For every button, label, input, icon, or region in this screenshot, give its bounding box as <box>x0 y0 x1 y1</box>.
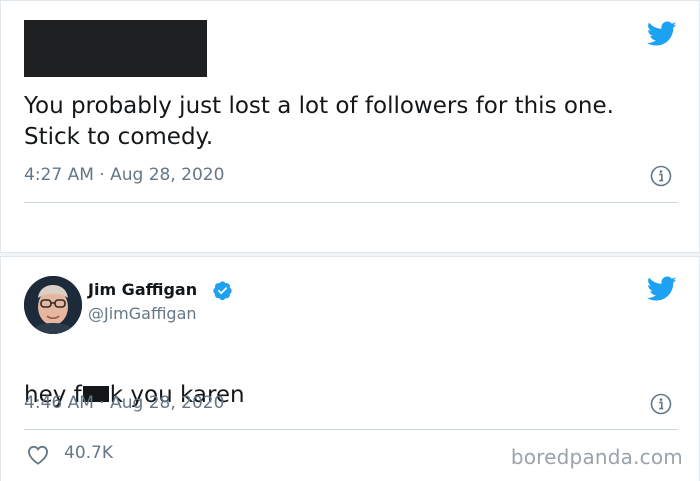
timestamp-separator: · <box>99 393 105 413</box>
tweet-time: 4:27 AM <box>24 165 94 185</box>
like-count[interactable]: 40.7K <box>64 443 113 463</box>
avatar-portrait-icon <box>24 276 82 334</box>
divider <box>24 202 678 203</box>
avatar[interactable] <box>24 276 82 334</box>
info-icon[interactable] <box>650 165 672 187</box>
tweet-card-1: You probably just lost a lot of follower… <box>0 0 700 253</box>
user-handle[interactable]: @JimGaffigan <box>88 304 197 323</box>
tweet-date: Aug 28, 2020 <box>110 393 225 413</box>
verified-badge-icon <box>213 281 232 301</box>
twitter-bird-icon[interactable] <box>647 276 677 302</box>
divider <box>24 429 678 430</box>
tweet-card-2: Jim Gaffigan @JimGaffigan hey fk you kar… <box>0 256 700 481</box>
tweet-date: Aug 28, 2020 <box>110 165 225 185</box>
tweet-timestamp[interactable]: 4:46 AM · Aug 28, 2020 <box>24 393 224 413</box>
tweet-time: 4:46 AM <box>24 393 94 413</box>
timestamp-separator: · <box>99 165 105 185</box>
heart-icon[interactable] <box>27 445 49 465</box>
watermark: boredpanda.com <box>510 445 683 469</box>
redacted-author-box <box>24 20 207 77</box>
info-icon[interactable] <box>650 393 672 415</box>
tweet-text: You probably just lost a lot of follower… <box>24 93 614 150</box>
tweet-timestamp[interactable]: 4:27 AM · Aug 28, 2020 <box>24 165 224 185</box>
display-name[interactable]: Jim Gaffigan <box>88 280 197 299</box>
twitter-bird-icon[interactable] <box>647 21 677 47</box>
